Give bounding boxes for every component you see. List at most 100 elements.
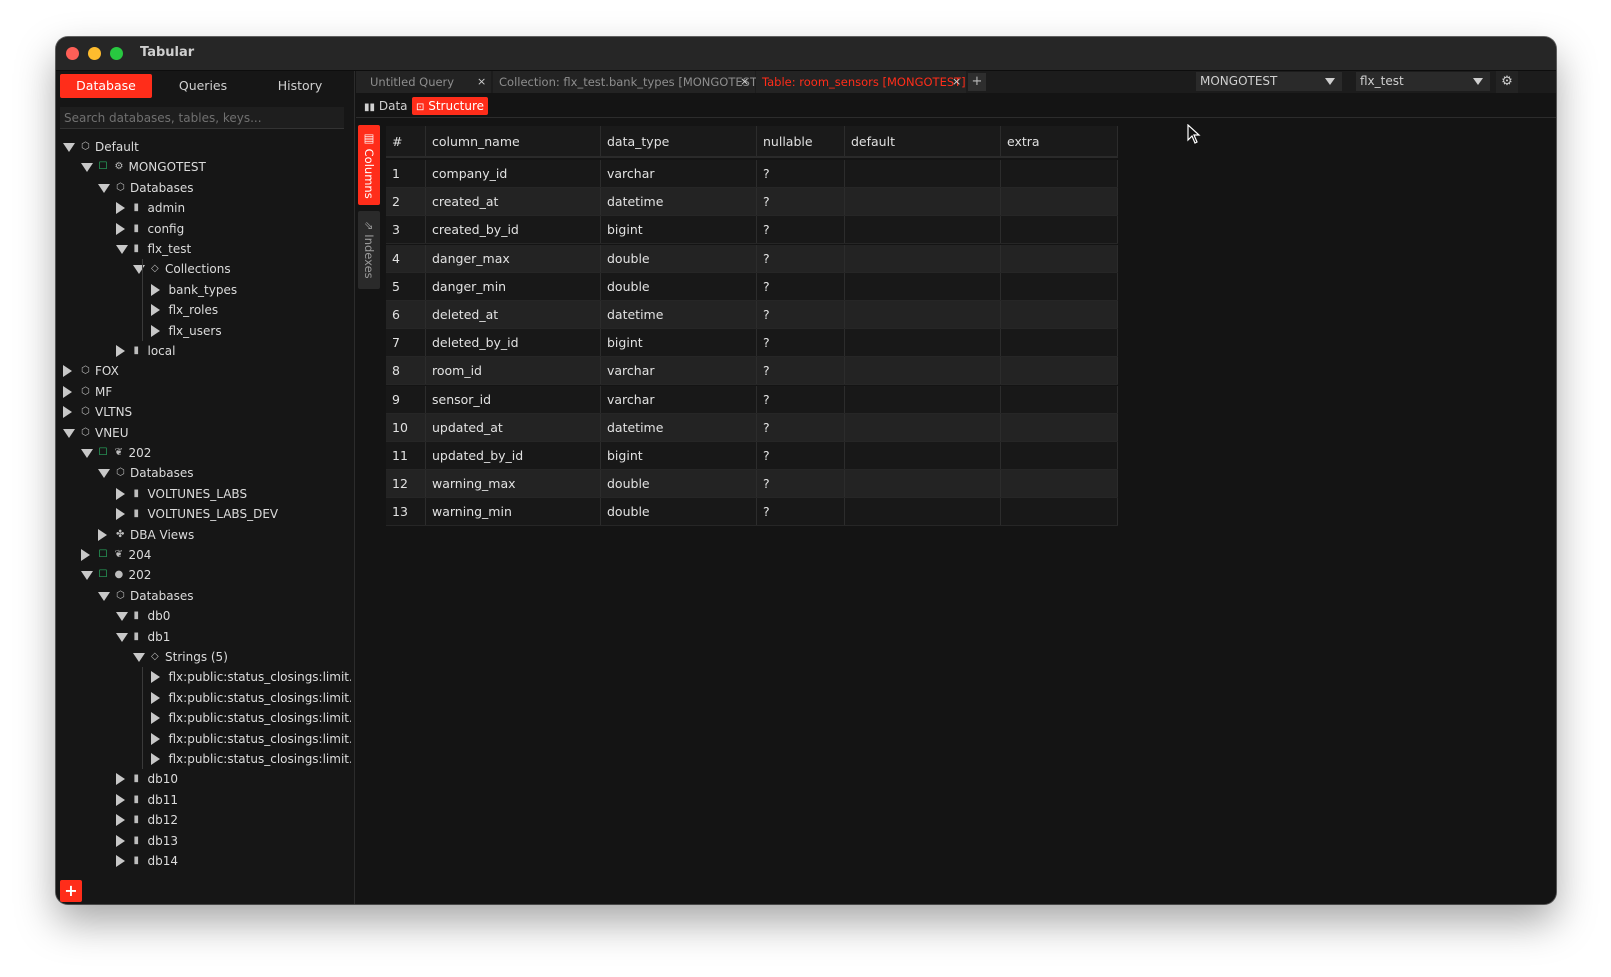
cell-index[interactable]: 6 [386, 301, 426, 328]
column-header-default[interactable]: default [845, 126, 1001, 156]
cell-nullable[interactable]: ? [757, 188, 845, 216]
cell-extra[interactable] [1001, 470, 1118, 498]
cell-data-type[interactable]: datetime [601, 301, 757, 328]
tab-table-room-sensors[interactable]: Table: room_sensors [MONGOTEST] × [756, 71, 966, 93]
cell-nullable[interactable]: ? [757, 216, 845, 244]
tree-item[interactable]: ▮ local [56, 341, 351, 361]
cell-data-type[interactable]: double [601, 244, 757, 272]
tree-item[interactable]: flx:public:status_closings:limit... [56, 749, 351, 769]
chevron-right-icon[interactable] [115, 202, 125, 214]
tree-item[interactable]: ✤ DBA Views [56, 525, 351, 545]
cell-extra[interactable] [1001, 498, 1118, 526]
tree-item[interactable]: ▮ db0 [56, 606, 351, 626]
close-window-button[interactable] [66, 47, 79, 60]
sidebar-search-input[interactable] [60, 107, 344, 129]
cell-extra[interactable] [1001, 188, 1118, 216]
chevron-right-icon[interactable] [115, 835, 125, 847]
cell-data-type[interactable]: varchar [601, 385, 757, 413]
cell-extra[interactable] [1001, 216, 1118, 244]
tree-item[interactable]: ▮ config [56, 219, 351, 239]
table-row[interactable]: 5 danger_min double? [386, 272, 1118, 301]
cell-extra[interactable] [1001, 442, 1118, 469]
cell-column-name[interactable]: danger_min [426, 272, 601, 300]
table-row[interactable]: 11 updated_by_id bigint? [386, 442, 1118, 470]
tree-item[interactable]: flx:public:status_closings:limit... [56, 708, 351, 728]
tree-item[interactable]: ▮ flx_test [56, 239, 351, 259]
tree-item[interactable]: ⬡ Databases [56, 586, 351, 606]
chevron-down-icon[interactable] [80, 449, 93, 458]
tree-item[interactable]: ⬡ MF [56, 382, 351, 402]
cell-data-type[interactable]: double [601, 498, 757, 526]
cell-nullable[interactable]: ? [757, 470, 845, 498]
cell-extra[interactable] [1001, 160, 1118, 187]
cell-default[interactable] [845, 272, 1001, 300]
cell-index[interactable]: 3 [386, 216, 426, 244]
tree-item[interactable]: ⬡ VLTNS [56, 402, 351, 422]
chevron-right-icon[interactable] [63, 386, 72, 398]
column-header-column-name[interactable]: column_name [426, 126, 601, 156]
chevron-down-icon[interactable] [63, 143, 75, 152]
cell-default[interactable] [845, 329, 1001, 357]
chevron-right-icon[interactable] [115, 508, 125, 520]
chevron-down-icon[interactable] [80, 163, 93, 172]
tree-item[interactable]: ▮ db12 [56, 810, 351, 830]
chevron-down-icon[interactable] [115, 612, 128, 621]
cell-index[interactable]: 11 [386, 442, 426, 469]
cell-extra[interactable] [1001, 301, 1118, 328]
cell-index[interactable]: 8 [386, 357, 426, 385]
cell-data-type[interactable]: double [601, 272, 757, 300]
cell-column-name[interactable]: created_by_id [426, 216, 601, 244]
chevron-right-icon[interactable] [115, 773, 125, 785]
table-row[interactable]: 4 danger_max double? [386, 244, 1118, 273]
tree-item[interactable]: bank_types [56, 280, 351, 300]
cell-data-type[interactable]: bigint [601, 442, 757, 469]
chevron-right-icon[interactable] [98, 529, 107, 541]
chevron-right-icon[interactable] [115, 855, 125, 867]
close-icon[interactable]: × [477, 71, 486, 93]
cell-column-name[interactable]: deleted_by_id [426, 329, 601, 357]
table-row[interactable]: 7 deleted_by_id bigint? [386, 329, 1118, 358]
chevron-right-icon[interactable] [115, 488, 125, 500]
cell-index[interactable]: 4 [386, 244, 426, 272]
chevron-right-icon[interactable] [150, 712, 160, 724]
tree-item[interactable]: ◇ Collections [56, 259, 351, 279]
column-header-data-type[interactable]: data_type [601, 126, 757, 156]
cell-index[interactable]: 2 [386, 188, 426, 216]
tree-item[interactable]: ▮ db1 [56, 627, 351, 647]
chevron-down-icon[interactable] [80, 571, 93, 580]
cell-extra[interactable] [1001, 357, 1118, 385]
table-row[interactable]: 12 warning_max double? [386, 470, 1118, 499]
cell-nullable[interactable]: ? [757, 442, 845, 469]
cell-nullable[interactable]: ? [757, 329, 845, 357]
cell-index[interactable]: 5 [386, 272, 426, 300]
cell-default[interactable] [845, 160, 1001, 187]
chevron-right-icon[interactable] [150, 325, 160, 337]
tree-item[interactable]: ▮ admin [56, 198, 351, 218]
chevron-down-icon[interactable] [115, 245, 128, 254]
cell-nullable[interactable]: ? [757, 498, 845, 526]
chevron-down-icon[interactable] [133, 265, 145, 274]
chevron-right-icon[interactable] [150, 733, 160, 745]
cell-nullable[interactable]: ? [757, 301, 845, 328]
cell-default[interactable] [845, 498, 1001, 526]
chevron-right-icon[interactable] [115, 794, 125, 806]
cell-column-name[interactable]: danger_max [426, 244, 601, 272]
chevron-down-icon[interactable] [63, 429, 75, 438]
cell-nullable[interactable]: ? [757, 272, 845, 300]
chevron-right-icon[interactable] [63, 406, 72, 418]
column-header-nullable[interactable]: nullable [757, 126, 845, 156]
chevron-down-icon[interactable] [98, 184, 110, 193]
cell-index[interactable]: 12 [386, 470, 426, 498]
cell-column-name[interactable]: created_at [426, 188, 601, 216]
table-row[interactable]: 10 updated_at datetime? [386, 413, 1118, 442]
table-row[interactable]: 1 company_id varchar? [386, 160, 1118, 188]
tree-item[interactable]: ⬡ Databases [56, 463, 351, 483]
cell-default[interactable] [845, 385, 1001, 413]
cell-extra[interactable] [1001, 385, 1118, 413]
gear-icon[interactable]: ⚙ [1496, 71, 1518, 93]
tree-item[interactable]: flx:public:status_closings:limit... [56, 667, 351, 687]
chevron-down-icon[interactable] [98, 592, 110, 601]
cell-column-name[interactable]: warning_max [426, 470, 601, 498]
cell-default[interactable] [845, 188, 1001, 216]
table-row[interactable]: 9 sensor_id varchar? [386, 385, 1118, 414]
